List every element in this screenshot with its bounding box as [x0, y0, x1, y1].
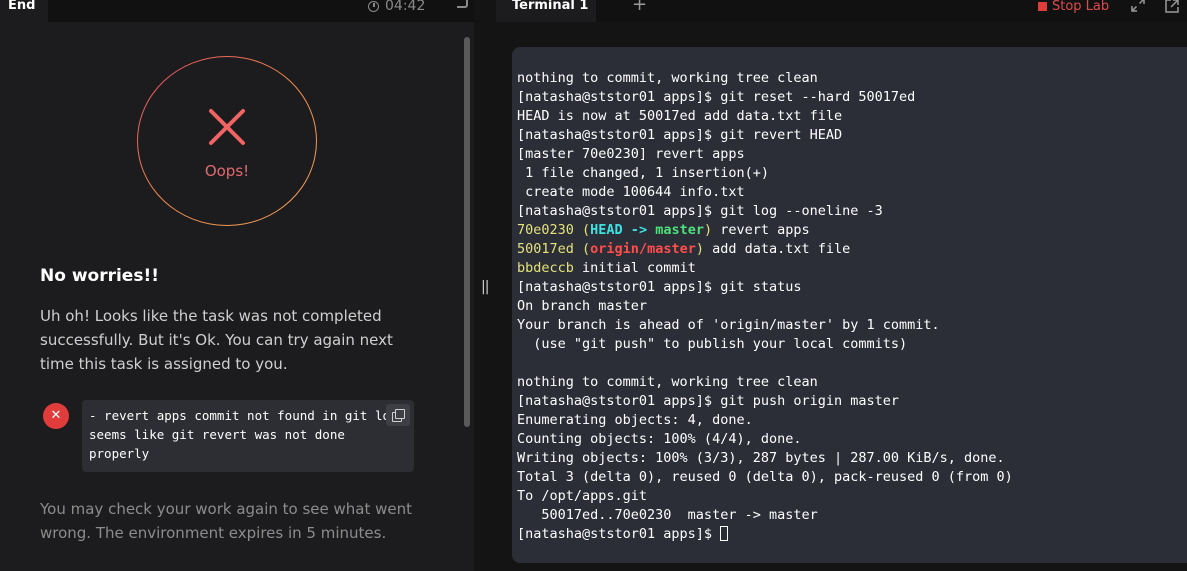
terminal-line: 1 file changed, 1 insertion(+): [517, 165, 769, 181]
tab-terminal-1[interactable]: Terminal 1: [496, 0, 596, 22]
ref-paren: ): [703, 222, 713, 238]
terminal-line: (use "git push" to publish your local co…: [517, 336, 908, 352]
error-icon: ✕: [43, 403, 69, 429]
scrollbar[interactable]: [464, 37, 470, 427]
clock-icon: [368, 0, 379, 12]
fail-cross-icon: [209, 109, 245, 145]
terminal-window[interactable]: nothing to commit, working tree clean [n…: [512, 47, 1187, 563]
terminal-prompt-line[interactable]: [natasha@ststor01 apps]$: [517, 525, 1013, 544]
terminal-line: [natasha@ststor01 apps]$ git log --oneli…: [517, 203, 883, 219]
terminal-line: To /opt/apps.git: [517, 488, 648, 504]
commit-hash: bbdeccb: [517, 260, 574, 276]
git-log-line: bbdeccb initial commit: [517, 259, 1013, 278]
ref-paren: (: [573, 241, 591, 257]
commit-hash: 70e0230: [517, 222, 574, 238]
lab-timer: 04:42: [368, 0, 425, 14]
terminal-line: On branch master: [517, 298, 648, 314]
terminal-output: nothing to commit, working tree clean [n…: [517, 69, 1013, 544]
terminal-line: Total 3 (delta 0), reused 0 (delta 0), p…: [517, 469, 1013, 485]
terminal-line: create mode 100644 info.txt: [517, 184, 745, 200]
terminal-line: [natasha@ststor01 apps]$ git revert HEAD: [517, 127, 843, 143]
git-log-line: 50017ed (origin/master) add data.txt fil…: [517, 240, 1013, 259]
result-label: Oops!: [204, 162, 250, 180]
stop-lab-button[interactable]: Stop Lab: [1038, 0, 1109, 14]
error-message-text: - revert apps commit not found in git lo…: [89, 408, 398, 461]
terminal-line: 50017ed..70e0230 master -> master: [517, 507, 818, 523]
commit-message: add data.txt file: [703, 241, 851, 257]
git-log-line: 70e0230 (HEAD -> master) revert apps: [517, 221, 1013, 240]
error-message-box: - revert apps commit not found in git lo…: [82, 400, 414, 472]
resize-handle[interactable]: ||: [481, 279, 490, 295]
expiry-notice: You may check your work again to see wha…: [40, 500, 413, 542]
remote-ref: origin/master: [590, 241, 696, 257]
stop-lab-label: Stop Lab: [1052, 0, 1110, 14]
commit-message: initial commit: [573, 260, 696, 276]
terminal-line: [natasha@ststor01 apps]$ git status: [517, 279, 802, 295]
fullscreen-icon[interactable]: [1131, 0, 1145, 12]
terminal-line: Writing objects: 100% (3/3), 287 bytes |…: [517, 450, 1005, 466]
result-heading: No worries!!: [40, 266, 159, 286]
tab-end[interactable]: End: [0, 0, 48, 22]
terminal-line: [natasha@ststor01 apps]$ git push origin…: [517, 393, 900, 409]
stop-icon: [1038, 1, 1047, 11]
add-tab-button[interactable]: +: [632, 0, 647, 14]
terminal-line: HEAD is now at 50017ed add data.txt file: [517, 108, 843, 124]
collapse-icon[interactable]: [457, 0, 468, 8]
terminal-prompt: [natasha@ststor01 apps]$: [517, 526, 721, 542]
terminal-cursor: [720, 526, 729, 541]
terminal-line: Enumerating objects: 4, done.: [517, 412, 753, 428]
branch-ref: master: [655, 222, 704, 238]
terminal-line: nothing to commit, working tree clean: [517, 70, 818, 86]
terminal-line: Your branch is ahead of 'origin/master' …: [517, 317, 940, 333]
result-message: Uh oh! Looks like the task was not compl…: [40, 307, 393, 373]
open-external-icon[interactable]: [1164, 0, 1180, 14]
head-ref: HEAD ->: [590, 222, 656, 238]
ref-paren: (: [573, 222, 591, 238]
ref-paren: ): [695, 241, 704, 257]
commit-message: revert apps: [712, 222, 810, 238]
terminal-line: [natasha@ststor01 apps]$ git reset --har…: [517, 89, 916, 105]
terminal-line: [master 70e0230] revert apps: [517, 146, 745, 162]
copy-icon[interactable]: [386, 404, 410, 426]
terminal-line: nothing to commit, working tree clean: [517, 374, 818, 390]
timer-value: 04:42: [385, 0, 426, 14]
terminal-line: Counting objects: 100% (4/4), done.: [517, 431, 802, 447]
commit-hash: 50017ed: [517, 241, 574, 257]
